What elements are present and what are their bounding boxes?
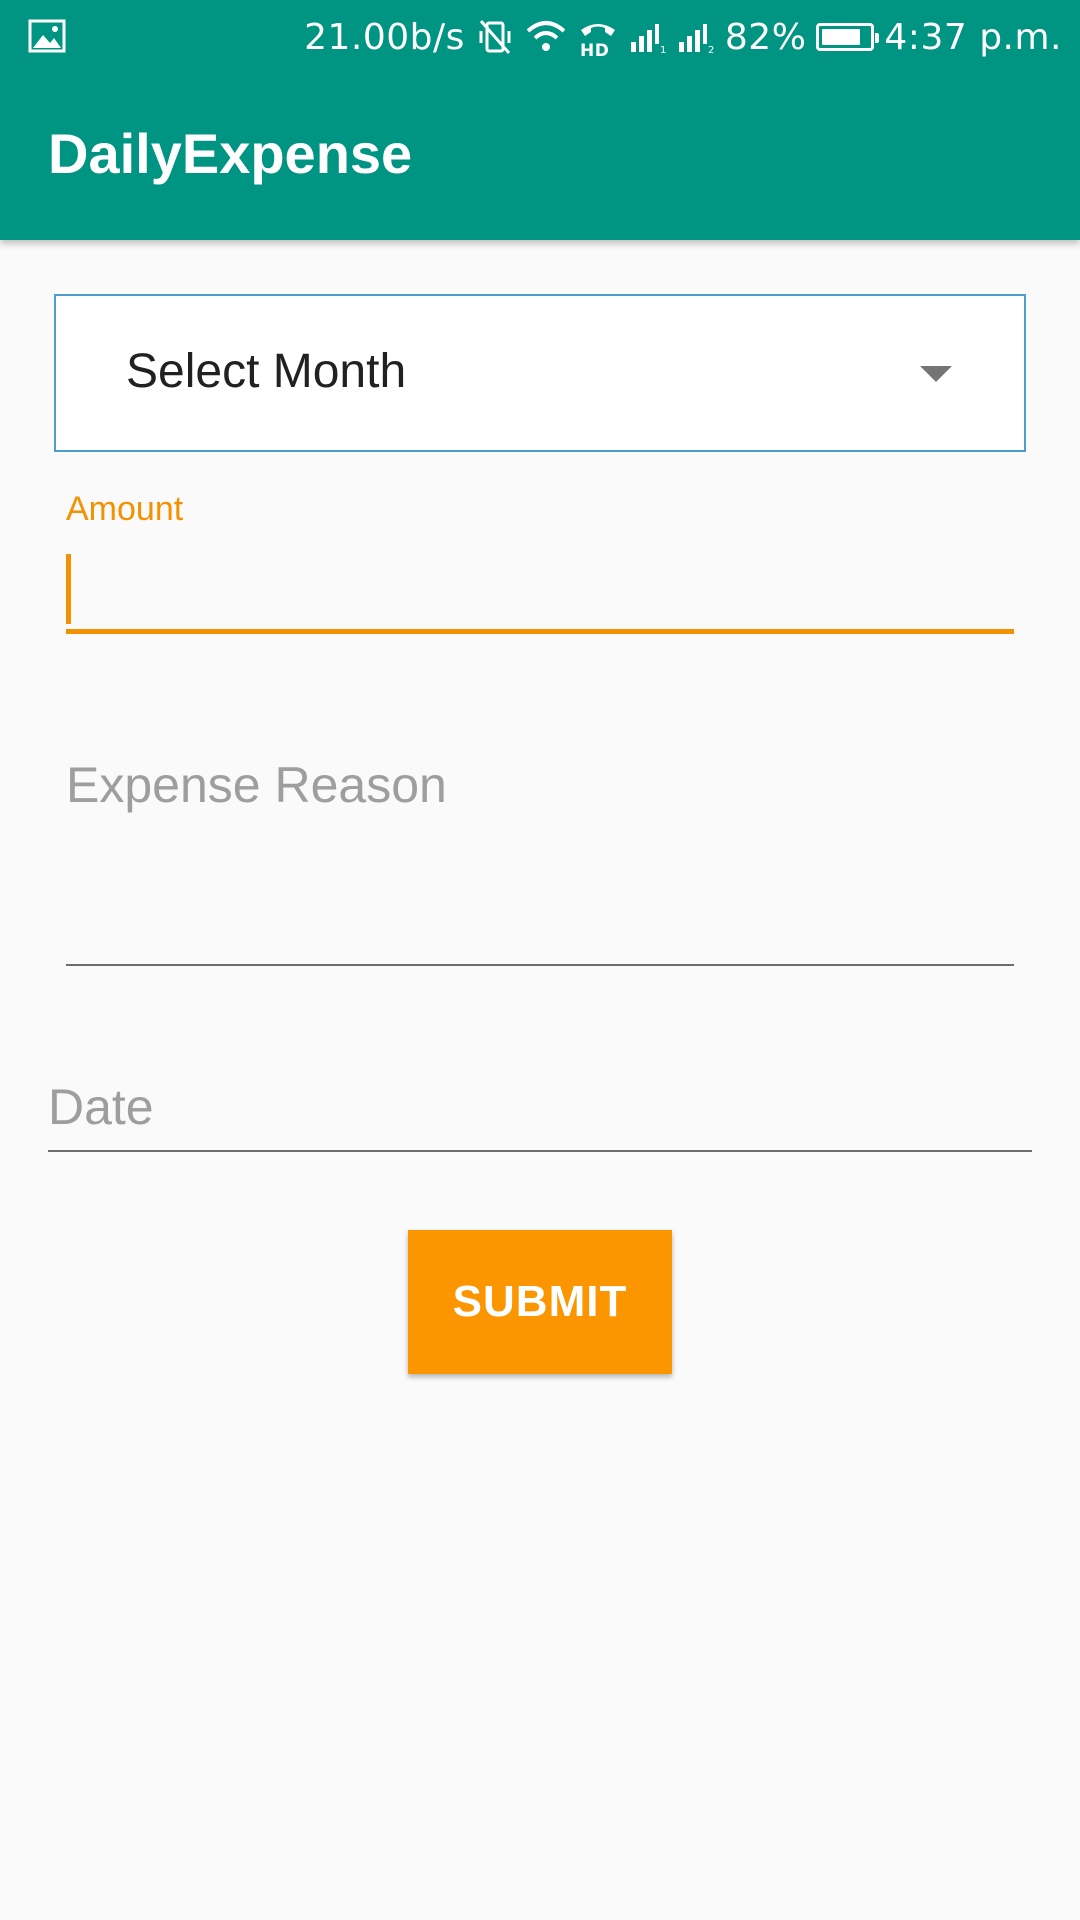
hd-call-icon: HD <box>580 24 615 58</box>
dropdown-arrow-icon <box>920 366 952 382</box>
date-underline <box>48 1150 1032 1152</box>
amount-underline <box>66 629 1014 634</box>
battery-level-fill <box>822 29 861 45</box>
battery-percent: 82% <box>724 16 807 58</box>
text-cursor <box>66 554 71 624</box>
signal-2-icon: 2 <box>678 24 715 54</box>
status-icons: 21.00b/s HD 1 2 82% 4:37 p.m. <box>304 0 1062 74</box>
svg-text:HD: HD <box>580 41 609 58</box>
gallery-icon <box>28 19 66 53</box>
app-bar: DailyExpense <box>0 74 1080 240</box>
svg-text:2: 2 <box>708 45 715 54</box>
signal-1-icon: 1 <box>630 24 667 54</box>
date-placeholder: Date <box>48 1079 154 1135</box>
expense-reason-placeholder: Expense Reason <box>66 757 447 813</box>
expense-reason-underline <box>66 964 1014 966</box>
svg-text:1: 1 <box>660 45 667 54</box>
battery-icon <box>816 23 880 51</box>
submit-button[interactable]: SUBMIT <box>408 1230 672 1374</box>
vibrate-off-icon <box>479 20 511 54</box>
date-input[interactable]: Date <box>48 1070 1032 1152</box>
expense-reason-input[interactable]: Expense Reason <box>66 752 1014 966</box>
month-spinner-value: Select Month <box>126 345 407 398</box>
status-bar: 21.00b/s HD 1 2 82% 4:37 p.m. <box>0 0 1080 74</box>
app-title: DailyExpense <box>48 122 413 185</box>
clock: 4:37 p.m. <box>884 16 1062 58</box>
amount-label: Amount <box>66 490 184 528</box>
network-speed: 21.00b/s <box>304 16 465 58</box>
amount-input[interactable] <box>66 548 1014 634</box>
month-spinner[interactable]: Select Month <box>54 294 1026 452</box>
wifi-icon <box>526 21 566 51</box>
